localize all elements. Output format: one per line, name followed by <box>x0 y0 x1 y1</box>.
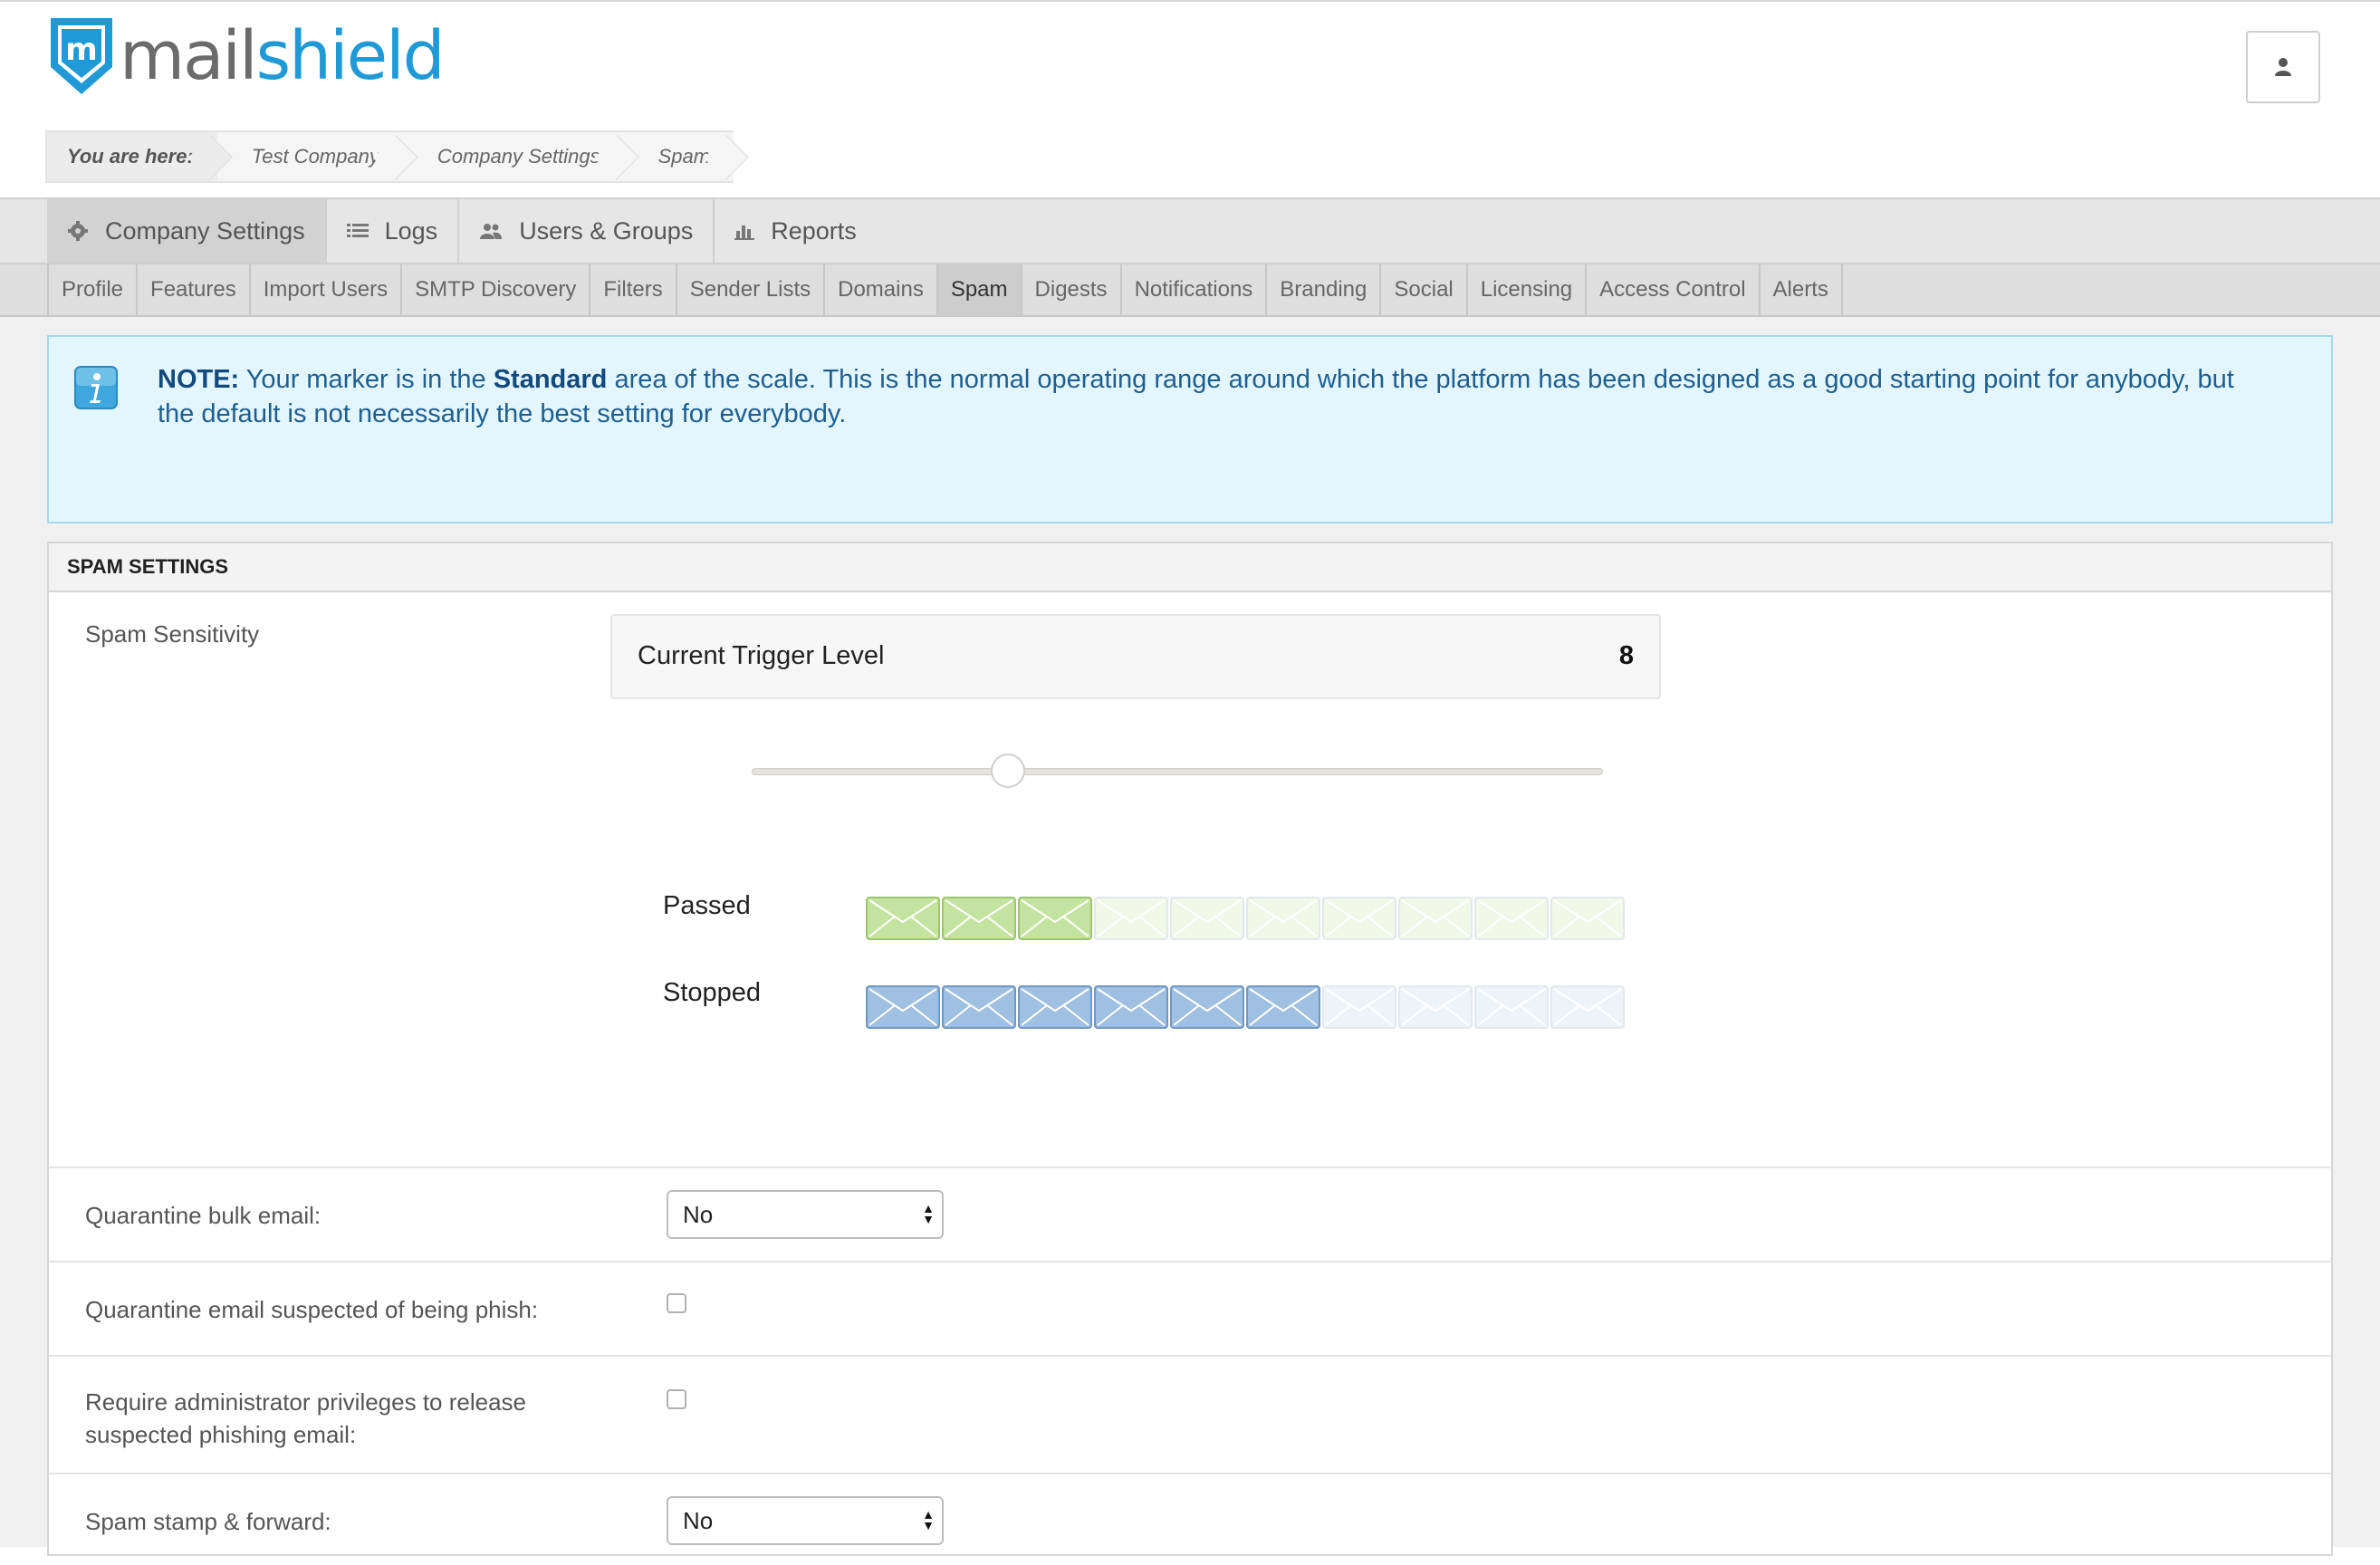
sensitivity-slider[interactable] <box>752 754 1603 788</box>
shield-logo-icon: m <box>51 18 112 94</box>
tab-domains[interactable]: Domains <box>825 264 938 315</box>
tab-spam[interactable]: Spam <box>937 264 1022 315</box>
select-arrows-icon: ▲ ▼ <box>922 1201 935 1226</box>
stopped-envelope-icon <box>866 985 940 1029</box>
tab-notifications[interactable]: Notifications <box>1122 264 1268 315</box>
stamp-forward-row: Spam stamp & forward: No ▲ ▼ <box>49 1474 2331 1565</box>
passed-envelope-icon <box>1094 897 1168 940</box>
nav-company-settings[interactable]: Company Settings <box>47 199 327 263</box>
nav-label: Users & Groups <box>519 216 694 245</box>
passed-envelopes <box>866 897 1627 940</box>
header: m mailshield You are here: Test Company … <box>0 2 2380 197</box>
tab-sender-lists[interactable]: Sender Lists <box>677 264 826 315</box>
tab-branding[interactable]: Branding <box>1267 264 1382 315</box>
breadcrumb-test-company[interactable]: Test Company <box>216 130 403 183</box>
trigger-label: Current Trigger Level <box>638 641 885 670</box>
logo[interactable]: m mailshield <box>47 14 446 98</box>
quarantine-phish-row: Quarantine email suspected of being phis… <box>49 1263 2331 1357</box>
tab-alerts[interactable]: Alerts <box>1761 264 1843 315</box>
passed-envelope-icon <box>942 897 1016 940</box>
stopped-envelope-icon <box>942 985 1016 1029</box>
tab-social[interactable]: Social <box>1381 264 1468 315</box>
sensitivity-label: Spam Sensitivity <box>85 620 260 648</box>
main-nav: Company Settings Logs Users & Groups Rep… <box>0 197 2380 264</box>
breadcrumb-spam[interactable]: Spam <box>623 130 734 183</box>
nav-label: Reports <box>771 216 857 245</box>
admin-release-checkbox[interactable] <box>667 1389 686 1409</box>
trigger-value: 8 <box>1618 641 1634 670</box>
tab-filters[interactable]: Filters <box>590 264 677 315</box>
breadcrumb-prefix: You are here: <box>45 130 217 183</box>
stamp-forward-select[interactable]: No ▲ ▼ <box>667 1496 944 1545</box>
breadcrumb-company-settings[interactable]: Company Settings <box>402 130 624 183</box>
stamp-forward-label: Spam stamp & forward: <box>85 1508 331 1535</box>
nav-label: Company Settings <box>105 216 305 245</box>
passed-envelope-icon <box>1550 897 1625 940</box>
trigger-level-box: Current Trigger Level 8 <box>610 614 1661 699</box>
stopped-envelope-icon <box>1322 985 1396 1029</box>
stopped-envelope-icon <box>1550 985 1625 1029</box>
quarantine-bulk-select[interactable]: No ▲ ▼ <box>667 1190 944 1239</box>
content-area: NOTE: Your marker is in the Standard are… <box>0 317 2380 1556</box>
note-highlight: Standard <box>493 365 608 394</box>
quarantine-bulk-row: Quarantine bulk email: No ▲ ▼ <box>49 1168 2331 1263</box>
logo-wordmark: mailshield <box>120 23 446 90</box>
list-icon <box>346 222 369 240</box>
passed-envelope-icon <box>1474 897 1549 940</box>
gear-icon <box>67 220 89 242</box>
passed-envelope-icon <box>1322 897 1396 940</box>
stamp-forward-value: No <box>683 1506 714 1534</box>
quarantine-bulk-label: Quarantine bulk email: <box>85 1202 321 1229</box>
tab-import-users[interactable]: Import Users <box>251 264 403 315</box>
info-note: NOTE: Your marker is in the Standard are… <box>47 335 2333 523</box>
tab-smtp-discovery[interactable]: SMTP Discovery <box>402 264 591 315</box>
admin-release-row: Require administrator privileges to rele… <box>49 1357 2331 1474</box>
note-text: NOTE: Your marker is in the Standard are… <box>158 362 2259 431</box>
note-prefix: NOTE: <box>158 365 240 394</box>
stopped-label: Stopped <box>663 978 762 1007</box>
note-text-1: Your marker is in the <box>239 365 494 394</box>
sub-nav: Profile Features Import Users SMTP Disco… <box>0 264 2380 317</box>
select-arrows-icon: ▲ ▼ <box>922 1507 935 1532</box>
breadcrumb: You are here: Test Company Company Setti… <box>45 130 734 183</box>
admin-release-label: Require administrator privileges to rele… <box>85 1388 527 1448</box>
nav-reports[interactable]: Reports <box>715 199 877 263</box>
quarantine-bulk-value: No <box>683 1200 714 1228</box>
logo-mark: m <box>65 32 97 68</box>
tab-licensing[interactable]: Licensing <box>1468 264 1588 315</box>
panel-title: SPAM SETTINGS <box>49 543 2331 592</box>
user-icon <box>2275 58 2291 76</box>
stopped-envelope-icon <box>1094 985 1168 1029</box>
passed-envelope-icon <box>866 897 940 940</box>
users-icon <box>479 222 503 240</box>
user-menu-button[interactable] <box>2246 31 2320 103</box>
nav-label: Logs <box>384 216 438 245</box>
tab-profile[interactable]: Profile <box>47 264 139 315</box>
sensitivity-row: Spam Sensitivity Current Trigger Level 8… <box>49 592 2331 1168</box>
stopped-envelope-icon <box>1246 985 1320 1029</box>
passed-envelope-icon <box>1170 897 1244 940</box>
info-icon <box>74 366 118 409</box>
quarantine-phish-checkbox[interactable] <box>667 1293 686 1313</box>
passed-envelope-icon <box>1018 897 1092 940</box>
passed-envelope-icon <box>1246 897 1320 940</box>
bar-chart-icon <box>734 222 755 240</box>
stopped-envelope-icon <box>1170 985 1244 1029</box>
slider-handle[interactable] <box>991 754 1025 788</box>
tab-features[interactable]: Features <box>138 264 251 315</box>
stopped-envelope-icon <box>1018 985 1092 1029</box>
quarantine-phish-label: Quarantine email suspected of being phis… <box>85 1296 539 1323</box>
stopped-envelope-icon <box>1474 985 1549 1029</box>
stopped-envelopes <box>866 985 1627 1029</box>
tab-digests[interactable]: Digests <box>1022 264 1122 315</box>
logo-text-shield: shield <box>255 17 446 95</box>
stopped-envelope-icon <box>1398 985 1473 1029</box>
logo-text-mail: mail <box>120 17 258 95</box>
passed-envelope-icon <box>1398 897 1473 940</box>
nav-logs[interactable]: Logs <box>327 199 460 263</box>
nav-users-groups[interactable]: Users & Groups <box>459 199 715 263</box>
spam-settings-panel: SPAM SETTINGS Spam Sensitivity Current T… <box>47 542 2333 1556</box>
tab-access-control[interactable]: Access Control <box>1587 264 1761 315</box>
passed-label: Passed <box>663 891 751 920</box>
